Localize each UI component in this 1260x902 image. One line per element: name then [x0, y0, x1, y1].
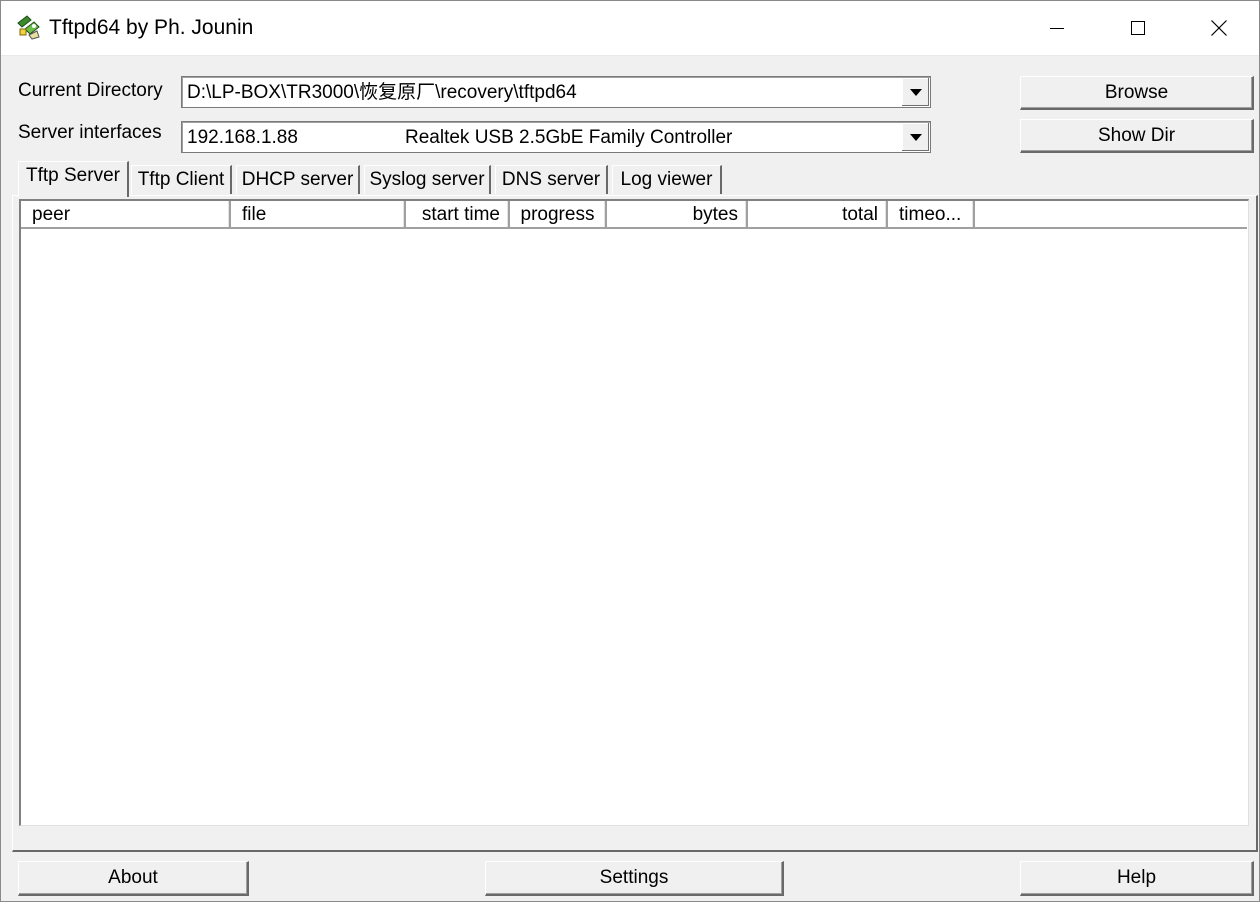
tab-log-viewer[interactable]: Log viewer: [612, 165, 722, 194]
server-interfaces-label: Server interfaces: [18, 122, 162, 143]
server-interfaces-combobox[interactable]: 192.168.1.88 Realtek USB 2.5GbE Family C…: [181, 121, 931, 153]
column-header-start-time[interactable]: start time: [406, 201, 510, 229]
server-interface-name: Realtek USB 2.5GbE Family Controller: [405, 127, 733, 148]
current-directory-combobox[interactable]: D:\LP-BOX\TR3000\恢复原厂\recovery\tftpd64: [181, 76, 931, 108]
transfers-list[interactable]: peer file start time progress bytes tota…: [19, 199, 1249, 826]
column-header-progress[interactable]: progress: [510, 201, 607, 229]
browse-button[interactable]: Browse: [1020, 76, 1254, 110]
title-bar[interactable]: Tftpd64 by Ph. Jounin: [1, 1, 1259, 56]
server-interface-ip: 192.168.1.88: [187, 127, 298, 148]
tftpd64-window: Tftpd64 by Ph. Jounin Current Directory …: [0, 0, 1260, 902]
close-button[interactable]: [1179, 1, 1259, 55]
column-header-file[interactable]: file: [231, 201, 406, 229]
current-directory-label: Current Directory: [18, 80, 163, 101]
show-dir-button[interactable]: Show Dir: [1020, 119, 1254, 153]
server-interfaces-dropdown-button[interactable]: [901, 123, 929, 151]
column-header-bytes[interactable]: bytes: [607, 201, 748, 229]
tab-syslog-server[interactable]: Syslog server: [364, 165, 491, 194]
minimize-icon: [1049, 20, 1065, 36]
close-icon: [1210, 19, 1228, 37]
column-header-filler: [975, 201, 1247, 229]
column-header-timeout[interactable]: timeo...: [888, 201, 975, 229]
window-title: Tftpd64 by Ph. Jounin: [49, 16, 254, 39]
chevron-down-icon: [909, 83, 922, 101]
settings-button[interactable]: Settings: [485, 861, 784, 896]
minimize-button[interactable]: [1017, 1, 1097, 55]
list-header: peer file start time progress bytes tota…: [21, 201, 1248, 229]
current-directory-value: D:\LP-BOX\TR3000\恢复原厂\recovery\tftpd64: [187, 82, 577, 103]
chevron-down-icon: [909, 128, 922, 146]
tab-tftp-server[interactable]: Tftp Server: [18, 161, 129, 197]
tab-dns-server[interactable]: DNS server: [495, 165, 608, 194]
app-icon: [15, 13, 43, 41]
column-header-total[interactable]: total: [748, 201, 888, 229]
help-button[interactable]: Help: [1020, 861, 1254, 896]
about-button[interactable]: About: [18, 861, 249, 896]
current-directory-dropdown-button[interactable]: [901, 78, 929, 106]
tab-tftp-client[interactable]: Tftp Client: [131, 165, 232, 194]
maximize-icon: [1130, 20, 1146, 36]
column-header-peer[interactable]: peer: [21, 201, 231, 229]
maximize-button[interactable]: [1098, 1, 1178, 55]
tab-dhcp-server[interactable]: DHCP server: [236, 165, 360, 194]
